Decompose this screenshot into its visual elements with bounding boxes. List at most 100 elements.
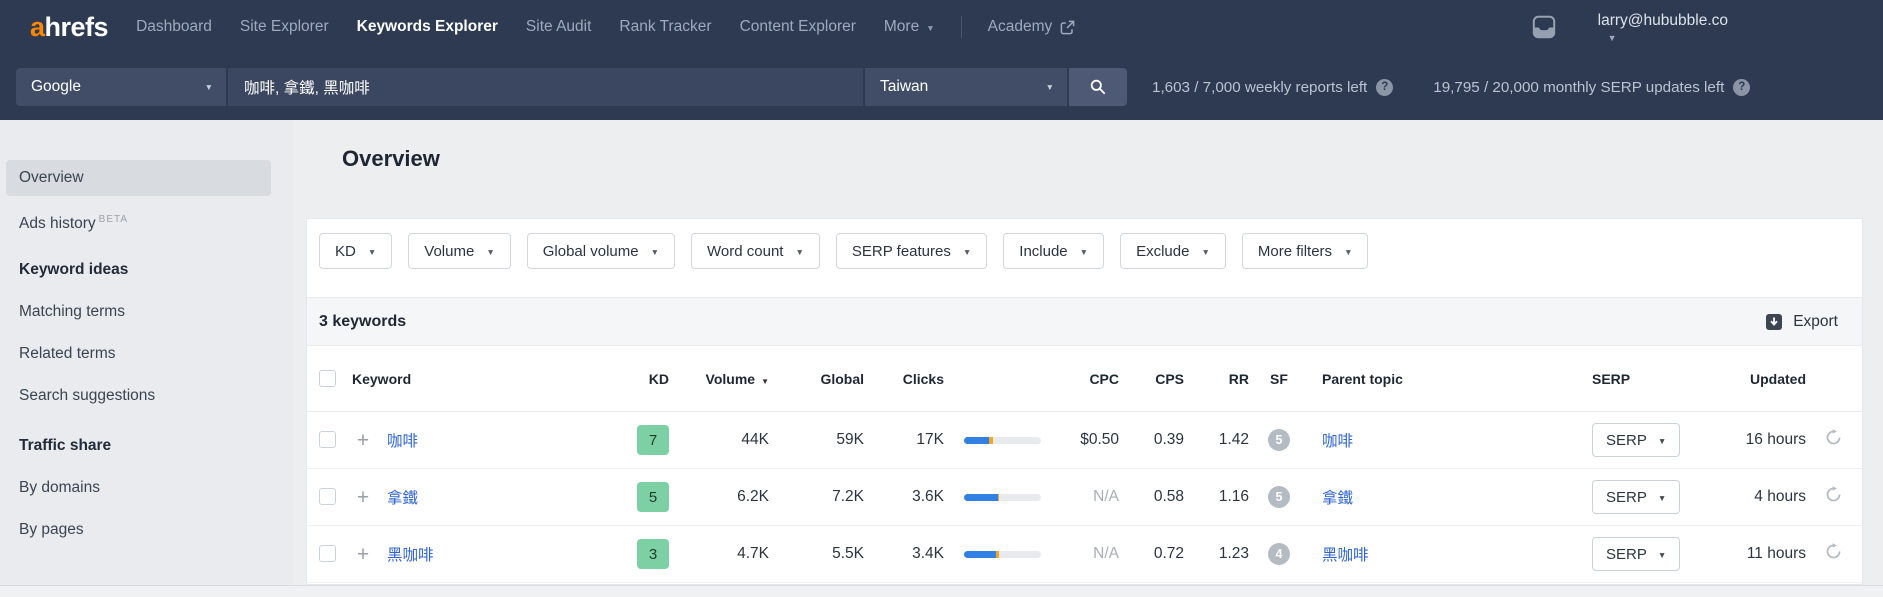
sidebar-item-overview[interactable]: Overview (6, 160, 271, 196)
clicks-bar-blue (964, 437, 989, 444)
filter-volume[interactable]: Volume▼ (408, 233, 510, 269)
filter-more-filters[interactable]: More filters▼ (1242, 233, 1369, 269)
sf-badge: 5 (1268, 429, 1290, 451)
refresh-button[interactable] (1816, 429, 1862, 451)
keywords-query-input[interactable] (228, 68, 863, 106)
keyword-link[interactable]: 咖啡 (387, 433, 418, 450)
sidebar-item-search-suggestions[interactable]: Search suggestions (6, 378, 271, 414)
filter-kd[interactable]: KD▼ (319, 233, 392, 269)
serp-dropdown-button[interactable]: SERP▼ (1592, 480, 1680, 514)
cps-value: 0.58 (1119, 488, 1184, 506)
parent-topic-link[interactable]: 黑咖啡 (1322, 547, 1369, 564)
volume-value: 4.7K (669, 545, 769, 563)
nav-item-more[interactable]: More▼ (884, 18, 935, 36)
search-icon (1089, 78, 1107, 96)
row-checkbox[interactable] (307, 488, 347, 506)
sf-badge: 4 (1268, 543, 1290, 565)
sidebar-header-keyword-ideas: Keyword ideas (6, 252, 271, 288)
clicks-bar-orange (989, 437, 993, 444)
nav-item-rank-tracker[interactable]: Rank Tracker (619, 18, 711, 36)
account-menu[interactable]: larry@hububble.co ▼ (1598, 12, 1728, 43)
cpc-value: N/A (1044, 545, 1119, 563)
column-header-sf[interactable]: SF (1249, 371, 1309, 387)
refresh-button[interactable] (1816, 486, 1862, 508)
help-icon[interactable]: ? (1376, 79, 1393, 96)
kd-badge: 7 (637, 425, 669, 455)
chevron-down-icon: ▼ (1608, 33, 1728, 43)
column-header-volume[interactable]: Volume▼ (669, 371, 769, 387)
filter-include[interactable]: Include▼ (1003, 233, 1104, 269)
results-panel: KD▼ Volume▼ Global volume▼ Word count▼ S… (306, 218, 1863, 585)
export-button[interactable]: Export (1765, 313, 1838, 331)
column-header-updated[interactable]: Updated (1709, 371, 1816, 387)
help-icon[interactable]: ? (1733, 79, 1750, 96)
weekly-reports-quota: 1,603 / 7,000 weekly reports left ? (1152, 79, 1393, 96)
chevron-down-icon: ▼ (1658, 494, 1666, 503)
keyword-link[interactable]: 拿鐵 (387, 490, 418, 507)
nav-item-site-audit[interactable]: Site Audit (526, 18, 592, 36)
column-header-kd[interactable]: KD (599, 371, 669, 387)
rr-value: 1.16 (1184, 488, 1249, 506)
filter-word-count[interactable]: Word count▼ (691, 233, 820, 269)
cpc-value: $0.50 (1044, 431, 1119, 449)
clicks-bar-blue (964, 494, 998, 501)
column-header-global[interactable]: Global (769, 371, 864, 387)
sidebar-item-by-pages[interactable]: By pages (6, 512, 271, 548)
column-header-rr[interactable]: RR (1184, 371, 1249, 387)
filter-serp-features[interactable]: SERP features▼ (836, 233, 987, 269)
top-navigation-bar: ahrefs Dashboard Site Explorer Keywords … (0, 0, 1883, 54)
serp-dropdown-button[interactable]: SERP▼ (1592, 537, 1680, 571)
sf-badge: 5 (1268, 486, 1290, 508)
nav-divider (961, 16, 962, 38)
filter-exclude[interactable]: Exclude▼ (1120, 233, 1226, 269)
nav-item-content-explorer[interactable]: Content Explorer (740, 18, 856, 36)
logo-letter-a: a (30, 12, 45, 42)
filters-bar: KD▼ Volume▼ Global volume▼ Word count▼ S… (307, 219, 1862, 297)
logo-rest: hrefs (45, 12, 109, 42)
chevron-down-icon: ▼ (1658, 437, 1666, 446)
sidebar-header-traffic-share: Traffic share (6, 428, 271, 464)
add-to-list-button[interactable]: + (347, 430, 379, 451)
table-row: + 拿鐵 5 6.2K 7.2K 3.6K N/A 0.58 1.16 5 拿鐵… (307, 469, 1862, 526)
add-to-list-button[interactable]: + (347, 487, 379, 508)
column-header-parent-topic[interactable]: Parent topic (1309, 371, 1592, 387)
parent-topic-link[interactable]: 拿鐵 (1322, 490, 1353, 507)
clicks-distribution-bar (964, 551, 1041, 558)
results-toolbar: 3 keywords Export (307, 297, 1862, 346)
inbox-tray-icon[interactable] (1532, 15, 1556, 39)
main-content: Overview KD▼ Volume▼ Global volume▼ Word… (293, 120, 1883, 597)
column-header-cps[interactable]: CPS (1119, 371, 1184, 387)
sidebar-item-ads-history[interactable]: Ads historyBETA (6, 202, 271, 238)
rr-value: 1.42 (1184, 431, 1249, 449)
row-checkbox[interactable] (307, 545, 347, 563)
refresh-button[interactable] (1816, 543, 1862, 565)
table-header: Keyword KD Volume▼ Global Clicks CPC CPS… (307, 346, 1862, 412)
sidebar-item-related-terms[interactable]: Related terms (6, 336, 271, 372)
add-to-list-button[interactable]: + (347, 544, 379, 565)
country-dropdown[interactable]: Taiwan ▼ (865, 68, 1067, 106)
clicks-bar-blue (964, 551, 996, 558)
nav-item-keywords-explorer[interactable]: Keywords Explorer (357, 18, 498, 36)
table-row: + 黑咖啡 3 4.7K 5.5K 3.4K N/A 0.72 1.23 4 黑… (307, 526, 1862, 583)
search-button[interactable] (1069, 68, 1127, 106)
clicks-value: 3.4K (864, 545, 944, 563)
nav-item-dashboard[interactable]: Dashboard (136, 18, 212, 36)
main-nav: Dashboard Site Explorer Keywords Explore… (136, 18, 935, 36)
column-header-clicks[interactable]: Clicks (864, 371, 944, 387)
cps-value: 0.39 (1119, 431, 1184, 449)
clicks-value: 17K (864, 431, 944, 449)
sidebar-item-by-domains[interactable]: By domains (6, 470, 271, 506)
sidebar-item-matching-terms[interactable]: Matching terms (6, 294, 271, 330)
filter-global-volume[interactable]: Global volume▼ (527, 233, 675, 269)
select-all-checkbox[interactable] (307, 370, 347, 388)
parent-topic-link[interactable]: 咖啡 (1322, 433, 1353, 450)
search-engine-dropdown[interactable]: Google ▼ (16, 68, 226, 106)
nav-item-academy[interactable]: Academy (988, 18, 1076, 36)
serp-dropdown-button[interactable]: SERP▼ (1592, 423, 1680, 457)
keyword-link[interactable]: 黑咖啡 (387, 547, 434, 564)
ahrefs-logo[interactable]: ahrefs (30, 12, 108, 43)
column-header-cpc[interactable]: CPC (1044, 371, 1119, 387)
nav-item-site-explorer[interactable]: Site Explorer (240, 18, 329, 36)
column-header-keyword[interactable]: Keyword (347, 371, 599, 387)
row-checkbox[interactable] (307, 431, 347, 449)
